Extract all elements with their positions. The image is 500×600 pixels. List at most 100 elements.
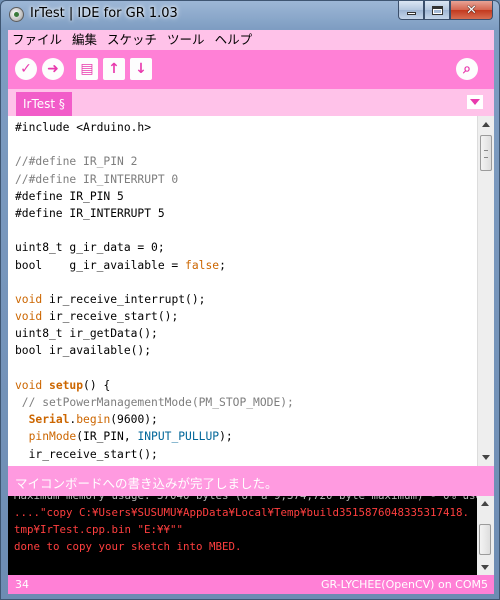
code-token: ir_receive_start();	[42, 310, 179, 324]
code-line: #define IR_INTERRUPT 5	[15, 205, 294, 222]
code-line: #include <Arduino.h>	[15, 119, 294, 136]
code-token: false	[185, 258, 220, 272]
console-line: done to copy your sketch into MBED.	[14, 540, 242, 553]
app-icon[interactable]	[9, 7, 24, 22]
code-token: (IR_PIN,	[76, 430, 138, 444]
code-token: );	[219, 430, 233, 444]
menu-tools[interactable]: ツール	[162, 30, 210, 50]
editor-scrollbar[interactable]	[477, 116, 494, 466]
client-area: ファイル 編集 スケッチ ツール ヘルプ ✓ ➜ ▤ ↑ ↓ ⌕ IrTest …	[8, 30, 494, 594]
code-line: void ir_receive_start();	[15, 308, 294, 325]
code-token: #include <Arduino.h>	[15, 121, 152, 134]
arrow-right-icon: ➜	[47, 61, 59, 77]
save-button[interactable]: ↓	[130, 58, 152, 80]
scroll-up-icon[interactable]	[481, 501, 489, 506]
code-token: #define IR_PIN 5	[15, 189, 124, 203]
console-text: Maximum memory usage: 37040 bytes (of a …	[14, 496, 489, 555]
code-token: // setPowerManagementMode(PM_STOP_MODE);	[15, 396, 294, 409]
maximize-icon	[431, 5, 443, 15]
code-line: bool ir_available();	[15, 342, 294, 359]
minimize-button[interactable]	[398, 1, 424, 20]
magnifier-icon: ⌕	[463, 61, 471, 77]
code-line: void setup() {	[15, 377, 294, 394]
code-token: bool ir_available();	[15, 344, 152, 358]
scroll-thumb[interactable]	[480, 135, 492, 171]
console-output[interactable]: Maximum memory usage: 37040 bytes (of a …	[8, 496, 494, 575]
code-token: uint8_t g_ir_data = 0;	[15, 241, 165, 255]
check-icon: ✓	[20, 61, 32, 77]
status-message: マイコンボードへの書き込みが完了しました。	[15, 476, 278, 491]
serial-monitor-button[interactable]: ⌕	[456, 58, 478, 80]
code-token: (9600);	[110, 413, 158, 427]
window-controls: ✕	[398, 1, 493, 20]
code-line: Serial.begin(9600);	[15, 411, 294, 428]
scroll-up-icon[interactable]	[482, 122, 490, 127]
code-line: //#define IR_PIN 2	[15, 153, 294, 170]
code-token: INPUT_PULLUP	[137, 430, 220, 444]
code-editor[interactable]: #include <Arduino.h> //#define IR_PIN 2 //…	[8, 116, 494, 466]
code-token: void	[15, 378, 43, 392]
code-token: ;	[219, 258, 226, 272]
code-token: void	[15, 292, 43, 306]
code-line: void ir_receive_interrupt();	[15, 291, 294, 308]
code-token: //#define IR_INTERRUPT 0	[15, 172, 179, 186]
scroll-down-icon[interactable]	[481, 565, 489, 570]
code-line: uint8_t g_ir_data = 0;	[15, 239, 294, 256]
tab-menu-button[interactable]	[467, 95, 483, 109]
code-token: //#define IR_PIN 2	[15, 155, 138, 169]
code-line: ir_receive_start();	[15, 446, 294, 463]
menu-sketch[interactable]: スケッチ	[102, 30, 162, 50]
tab-bar: IrTest §	[8, 89, 494, 116]
code-token: begin	[76, 413, 111, 427]
upload-button[interactable]: ➜	[42, 58, 64, 80]
arrow-down-icon: ↓	[135, 61, 147, 77]
menu-edit[interactable]: 編集	[67, 30, 102, 50]
maximize-button[interactable]	[424, 1, 450, 20]
menu-file[interactable]: ファイル	[8, 30, 67, 50]
console-line: ...."copy C:¥Users¥SUSUMU¥AppData¥Local¥…	[14, 506, 470, 519]
code-line: #define IR_PIN 5	[15, 188, 294, 205]
code-token: pinMode	[28, 430, 77, 444]
code-text[interactable]: #include <Arduino.h> //#define IR_PIN 2 //…	[15, 119, 294, 463]
code-line: //#define IR_INTERRUPT 0	[15, 171, 294, 188]
line-number: 34	[15, 578, 29, 591]
close-icon: ✕	[466, 2, 477, 18]
code-token: bool g_ir_available =	[15, 258, 186, 272]
code-line: bool g_ir_available = false;	[15, 257, 294, 274]
new-button[interactable]: ▤	[76, 58, 98, 80]
status-bar: マイコンボードへの書き込みが完了しました。	[8, 466, 494, 496]
code-line: // setPowerManagementMode(PM_STOP_MODE);	[15, 394, 294, 411]
window-title: IrTest | IDE for GR 1.03	[30, 6, 178, 21]
verify-button[interactable]: ✓	[15, 58, 37, 80]
menu-help[interactable]: ヘルプ	[210, 30, 258, 50]
code-token: uint8_t ir_getData();	[15, 327, 158, 341]
code-token: () {	[83, 378, 111, 392]
open-button[interactable]: ↑	[103, 58, 125, 80]
code-token: void	[15, 310, 43, 324]
code-token: ir_receive_start();	[15, 447, 158, 461]
code-line: uint8_t ir_getData();	[15, 325, 294, 342]
code-token: setup	[49, 378, 84, 392]
scroll-thumb[interactable]	[479, 524, 491, 555]
toolbar: ✓ ➜ ▤ ↑ ↓ ⌕	[8, 50, 494, 89]
arrow-up-icon: ↑	[108, 61, 120, 77]
title-bar[interactable]: IrTest | IDE for GR 1.03 ✕	[1, 1, 499, 30]
tab-irtest[interactable]: IrTest §	[16, 92, 72, 116]
code-token: Serial	[28, 413, 70, 427]
code-token: #define IR_INTERRUPT 5	[15, 206, 165, 220]
close-button[interactable]: ✕	[450, 1, 493, 20]
new-file-icon: ▤	[80, 61, 94, 77]
footer-bar: 34 GR-LYCHEE(OpenCV) on COM5	[8, 575, 494, 594]
menu-bar: ファイル 編集 スケッチ ツール ヘルプ	[8, 30, 494, 50]
board-port-label: GR-LYCHEE(OpenCV) on COM5	[320, 578, 488, 591]
console-scrollbar[interactable]	[477, 496, 494, 575]
scroll-down-icon[interactable]	[482, 455, 490, 460]
console-line: tmp¥IrTest.cpp.bin "E:¥¥""	[14, 523, 184, 536]
